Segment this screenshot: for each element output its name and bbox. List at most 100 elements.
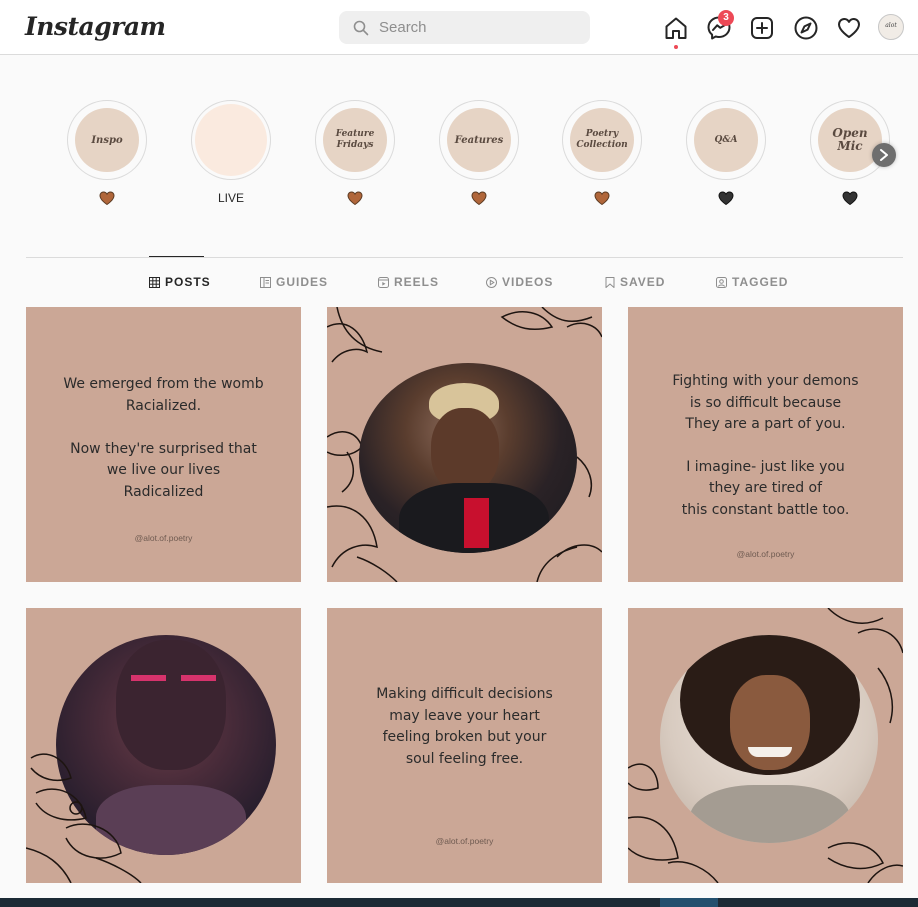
- highlight-poetry-collection[interactable]: Poetry Collection: [562, 100, 644, 210]
- quote-text: We emerged from the womb Racialized. Now…: [26, 374, 301, 503]
- quote-line: feeling broken but your: [382, 729, 547, 745]
- post-handle: @alot.of.poetry: [435, 836, 494, 846]
- quote-line: they are tired of: [708, 480, 823, 496]
- post-quote-demons[interactable]: Fighting with your demons is so difficul…: [628, 307, 903, 582]
- search-input[interactable]: [379, 11, 579, 44]
- tab-videos[interactable]: VIDEOS: [486, 275, 553, 289]
- search-box[interactable]: [339, 11, 590, 44]
- tab-label: SAVED: [620, 275, 666, 289]
- quote-line: I imagine- just like you: [686, 458, 845, 475]
- post-photo-portrait-1[interactable]: [327, 307, 602, 582]
- brown-heart-icon: [594, 191, 610, 205]
- highlight-cover: Open Mic: [818, 108, 882, 172]
- highlight-ring: Q&A: [686, 100, 766, 180]
- highlight-features[interactable]: Features: [439, 100, 521, 210]
- black-heart-icon: [718, 191, 734, 205]
- messages-badge: 3: [718, 10, 734, 26]
- floral-outline-illustration: [26, 753, 142, 883]
- quote-line: may leave your heart: [389, 707, 540, 724]
- smiling-portrait-photo: [660, 635, 878, 843]
- home-button[interactable]: [663, 15, 689, 49]
- messenger-button[interactable]: 3: [706, 10, 734, 41]
- highlight-ring: [191, 100, 271, 180]
- highlight-ring: Inspo: [67, 100, 147, 180]
- portrait-photo: [359, 363, 577, 553]
- videos-icon: [486, 276, 497, 288]
- quote-line: [26, 417, 301, 439]
- highlight-ring: Open Mic: [810, 100, 890, 180]
- highlight-cover: Poetry Collection: [570, 108, 634, 172]
- highlight-title: Inspo: [91, 134, 123, 146]
- black-heart-icon: [842, 191, 858, 205]
- highlight-title: Features: [454, 134, 504, 146]
- tab-saved[interactable]: SAVED: [605, 275, 665, 289]
- post-quote-racialized[interactable]: We emerged from the womb Racialized. Now…: [26, 307, 301, 582]
- brown-heart-icon: [99, 191, 115, 205]
- quote-line: Now they're surprised that: [70, 440, 257, 457]
- taskbar-accent: [660, 898, 718, 907]
- quote-line: soul feeling free.: [405, 750, 524, 767]
- grid-icon: [149, 276, 160, 288]
- highlight-cover: Inspo: [75, 108, 139, 172]
- post-handle: @alot.of.poetry: [134, 533, 193, 543]
- quote-line: They are a part of you.: [685, 416, 846, 432]
- highlight-label: LIVE: [217, 191, 244, 205]
- new-post-button[interactable]: [749, 15, 775, 41]
- highlight-cover: Q&A: [694, 108, 758, 172]
- reels-icon: [378, 276, 389, 288]
- highlight-ring: Poetry Collection: [562, 100, 642, 180]
- highlight-title: Open Mic: [832, 126, 868, 153]
- quote-line: We emerged from the womb: [63, 376, 264, 392]
- tabs-divider: [26, 257, 903, 258]
- compass-icon: [794, 16, 818, 40]
- tab-guides[interactable]: GUIDES: [260, 275, 328, 289]
- quote-text: Fighting with your demons is so difficul…: [628, 371, 903, 521]
- post-quote-decisions[interactable]: Making difficult decisions may leave you…: [327, 608, 602, 883]
- quote-line: Racialized.: [125, 397, 202, 414]
- quote-line: is so difficult because: [689, 394, 842, 411]
- highlight-ring: Feature Fridays: [315, 100, 395, 180]
- highlight-cover: Features: [447, 108, 511, 172]
- highlight-ring: Features: [439, 100, 519, 180]
- highlight-cover: Feature Fridays: [323, 108, 387, 172]
- highlight-title: Poetry Collection: [576, 129, 628, 150]
- new-post-icon: [751, 17, 773, 39]
- post-photo-painted-face[interactable]: [26, 608, 301, 883]
- top-navigation-bar: Instagram 3: [0, 0, 918, 55]
- tab-label: REELS: [394, 275, 440, 289]
- highlight-cover-live: [195, 104, 267, 176]
- post-photo-smiling[interactable]: [628, 608, 903, 883]
- home-active-dot: [674, 45, 678, 49]
- quote-line: we live our lives: [106, 462, 221, 478]
- quote-line: Fighting with your demons: [672, 373, 859, 389]
- quote-line: Radicalized: [123, 483, 204, 500]
- home-icon: [665, 17, 687, 39]
- search-icon: [353, 20, 369, 36]
- instagram-logo[interactable]: Instagram: [25, 12, 166, 41]
- profile-avatar[interactable]: alot: [878, 14, 904, 40]
- tab-posts[interactable]: POSTS: [149, 275, 211, 289]
- tab-label: TAGGED: [732, 275, 789, 289]
- highlight-live[interactable]: LIVE: [191, 100, 273, 210]
- explore-button[interactable]: [793, 15, 819, 41]
- highlight-title: Feature Fridays: [335, 129, 375, 150]
- tab-label: VIDEOS: [502, 275, 554, 289]
- quote-line: [628, 436, 903, 457]
- tagged-icon: [716, 276, 727, 288]
- tab-tagged[interactable]: TAGGED: [716, 275, 788, 289]
- chevron-right-icon: [880, 149, 888, 161]
- highlight-feature-fridays[interactable]: Feature Fridays: [315, 100, 397, 210]
- quote-line: this constant battle too.: [681, 501, 850, 518]
- highlight-title: Q&A: [714, 134, 738, 145]
- active-tab-indicator: [149, 256, 204, 257]
- tab-reels[interactable]: REELS: [378, 275, 439, 289]
- highlight-q-and-a[interactable]: Q&A: [686, 100, 768, 210]
- highlights-next-button[interactable]: [872, 143, 896, 167]
- post-handle: @alot.of.poetry: [736, 549, 795, 559]
- guides-icon: [260, 276, 271, 288]
- brown-heart-icon: [347, 191, 363, 205]
- activity-button[interactable]: [836, 15, 862, 41]
- tab-label: GUIDES: [276, 275, 329, 289]
- bookmark-icon: [605, 276, 615, 288]
- highlight-inspo[interactable]: Inspo: [67, 100, 149, 210]
